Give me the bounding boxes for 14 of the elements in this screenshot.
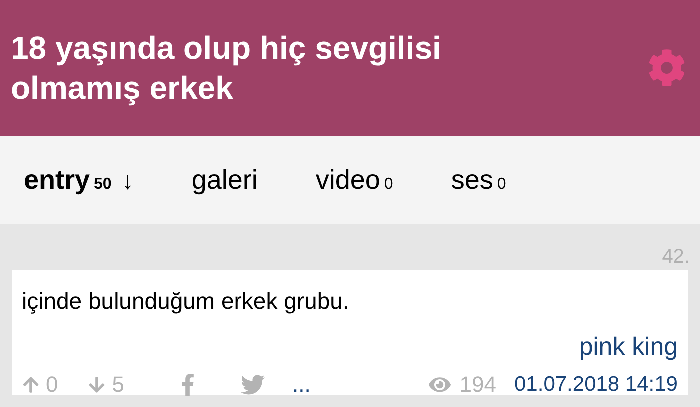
arrow-up-icon xyxy=(22,376,40,394)
twitter-icon[interactable] xyxy=(240,372,264,396)
entry-text: içinde bulunduğum erkek grubu. xyxy=(22,287,350,316)
settings-icon[interactable] xyxy=(648,49,686,87)
tab[interactable]: entry 50 ↓ xyxy=(24,160,134,200)
arrow-down-icon xyxy=(88,376,106,394)
tab[interactable]: galeri xyxy=(192,160,258,200)
view-count: 194 xyxy=(460,371,496,399)
entry-date[interactable]: 01.07.2018 14:19 xyxy=(514,368,678,400)
topic-title: 18 yaşında olup hiç sevgilisi olmamış erkek xyxy=(11,29,442,108)
author-link[interactable]: pink king xyxy=(579,328,678,366)
tab[interactable]: ses 0 xyxy=(451,160,506,200)
more-button[interactable]: ... xyxy=(292,374,311,396)
tab[interactable]: video 0 xyxy=(316,160,394,200)
